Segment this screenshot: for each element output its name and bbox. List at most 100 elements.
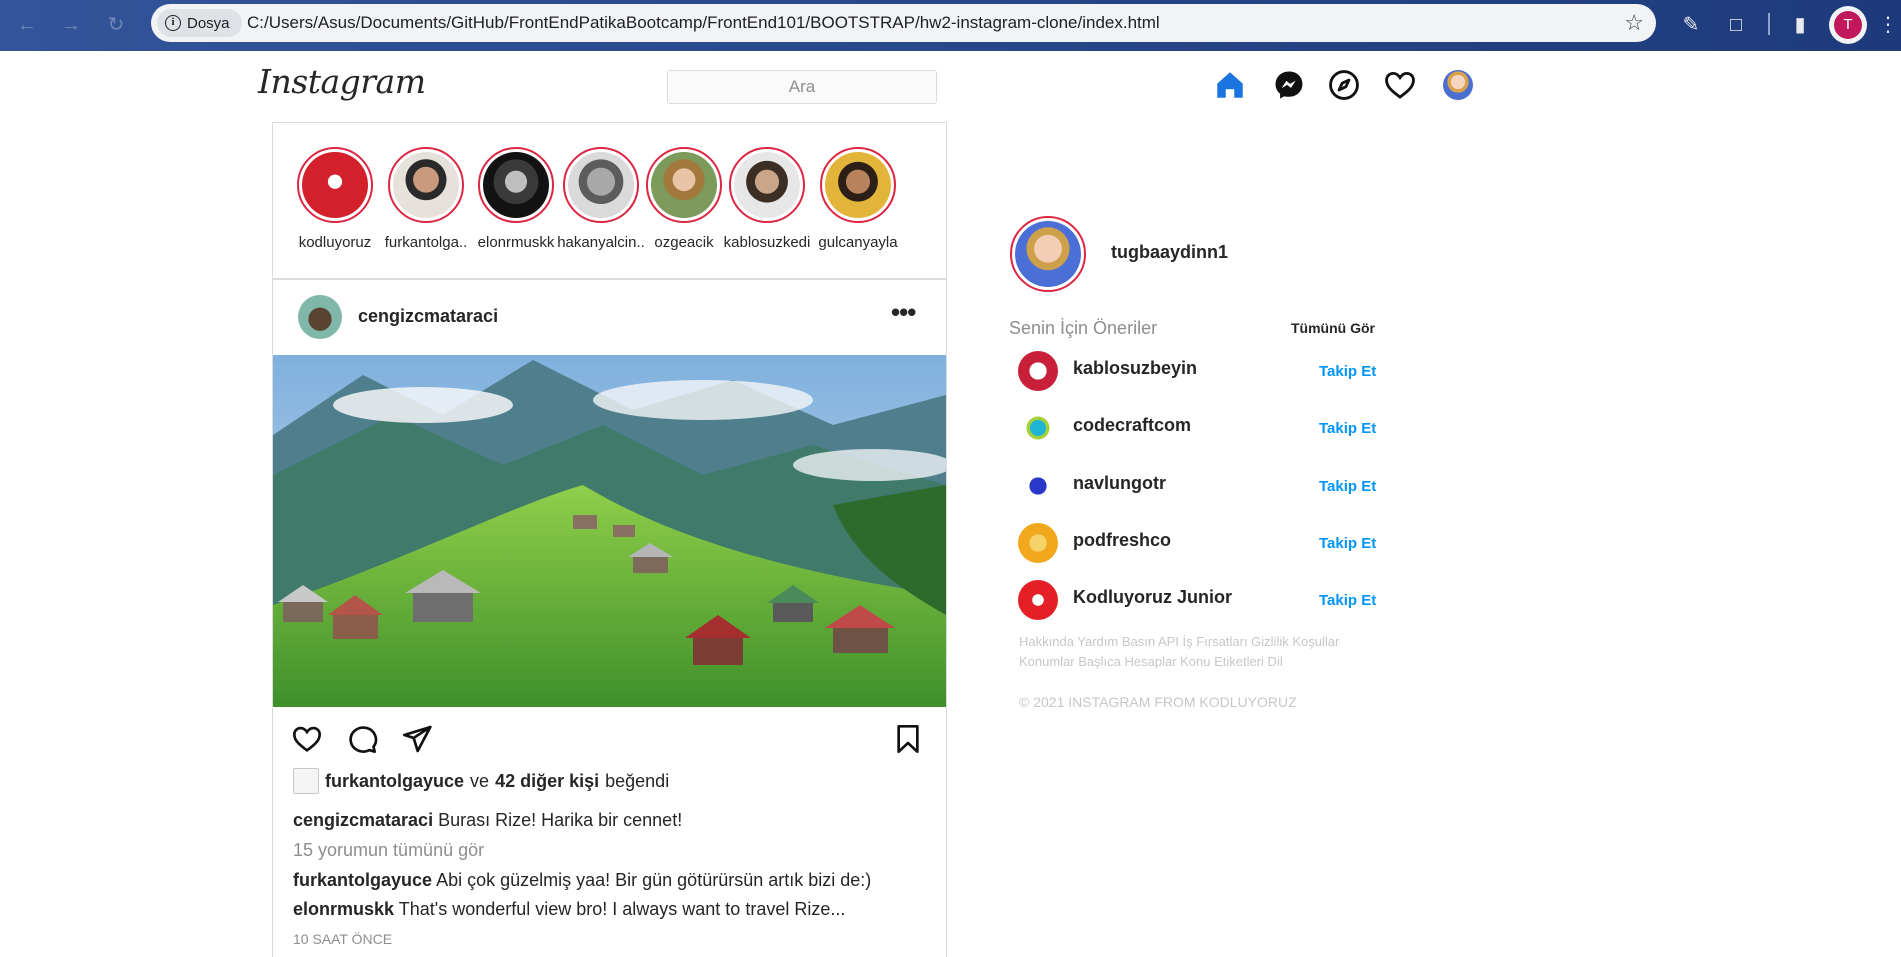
story-item[interactable]: kodluyoruz xyxy=(290,147,380,251)
heart-icon[interactable] xyxy=(1383,68,1417,102)
likes-summary: furkantolgayuce ve 42 diğer kişi beğendi xyxy=(293,768,669,794)
story-name: hakanyalcin.. xyxy=(557,234,645,251)
back-arrow-icon[interactable]: ← xyxy=(12,10,42,40)
post-timestamp: 10 SAAT ÖNCE xyxy=(293,931,393,947)
suggestion-row: navlungotr Takip Et xyxy=(1018,466,1382,506)
story-avatar xyxy=(651,152,717,218)
more-options-icon[interactable]: ••• xyxy=(891,299,916,325)
bookmark-star-icon[interactable]: ☆ xyxy=(1624,9,1644,37)
story-name: elonrmuskk xyxy=(477,234,555,251)
story-name: kablosuzkedi xyxy=(723,234,811,251)
suggestion-row: Kodluyoruz Junior Takip Et xyxy=(1018,580,1382,620)
story-avatar xyxy=(825,152,891,218)
comment-text: That's wonderful view bro! I always want… xyxy=(398,899,846,919)
suggestion-username[interactable]: Kodluyoruz Junior xyxy=(1073,587,1232,608)
see-all-link[interactable]: Tümünü Gör xyxy=(1291,320,1375,336)
liker-avatar xyxy=(293,768,319,794)
story-item[interactable]: gulcanyayla xyxy=(813,147,903,251)
likes-others-count[interactable]: 42 diğer kişi xyxy=(495,771,599,792)
suggestion-username[interactable]: navlungotr xyxy=(1073,473,1166,494)
story-item[interactable]: hakanyalcin.. xyxy=(556,147,646,251)
story-item[interactable]: furkantolga.. xyxy=(381,147,471,251)
share-send-icon[interactable] xyxy=(401,723,433,755)
post-card: cengizcmataraci ••• furkantolgayuce ve 4… xyxy=(272,279,947,957)
follow-button[interactable]: Takip Et xyxy=(1319,478,1376,495)
side-panel-icon[interactable]: ▮ xyxy=(1786,11,1814,39)
site-chip-label: Dosya xyxy=(187,14,230,32)
suggestion-row: kablosuzbeyin Takip Et xyxy=(1018,351,1382,391)
info-icon: i xyxy=(165,15,181,31)
save-bookmark-icon[interactable] xyxy=(892,723,924,755)
explore-compass-icon[interactable] xyxy=(1327,68,1361,102)
messenger-icon[interactable] xyxy=(1272,68,1306,102)
suggestion-avatar[interactable] xyxy=(1018,580,1058,620)
story-item[interactable]: kablosuzkedi xyxy=(722,147,812,251)
toolbar-divider xyxy=(1768,13,1770,35)
current-user-avatar[interactable] xyxy=(1010,216,1086,292)
comment-username[interactable]: elonrmuskk xyxy=(293,899,394,919)
comment-row: elonrmuskk That's wonderful view bro! I … xyxy=(293,899,845,920)
caption-text: Burası Rize! Harika bir cennet! xyxy=(438,810,683,830)
footer-links[interactable]: Hakkında Yardım Basın API İş Fırsatları … xyxy=(1019,632,1379,672)
stories-bar: kodluyoruz furkantolga.. elonrmuskk haka… xyxy=(272,122,947,279)
follow-button[interactable]: Takip Et xyxy=(1319,592,1376,609)
url-text[interactable]: C:/Users/Asus/Documents/GitHub/FrontEndP… xyxy=(247,4,1160,42)
suggestions-title: Senin İçin Öneriler xyxy=(1009,318,1158,338)
copyright-text: © 2021 INSTAGRAM FROM KODLUYORUZ xyxy=(1019,694,1297,710)
story-name: gulcanyayla xyxy=(818,234,898,251)
follow-button[interactable]: Takip Et xyxy=(1319,535,1376,552)
browser-profile-button[interactable]: T xyxy=(1829,6,1867,44)
suggestion-username[interactable]: podfreshco xyxy=(1073,530,1171,551)
follow-button[interactable]: Takip Et xyxy=(1319,420,1376,437)
post-caption: cengizcmataraci Burası Rize! Harika bir … xyxy=(293,810,682,831)
current-username[interactable]: tugbaaydinn1 xyxy=(1111,242,1228,263)
story-name: kodluyoruz xyxy=(298,234,372,251)
post-actions xyxy=(273,707,946,767)
story-avatar xyxy=(483,152,549,218)
liker-username[interactable]: furkantolgayuce xyxy=(325,771,464,792)
follow-button[interactable]: Takip Et xyxy=(1319,363,1376,380)
suggestion-row: podfreshco Takip Et xyxy=(1018,523,1382,563)
suggestion-avatar[interactable] xyxy=(1018,408,1058,448)
story-avatar xyxy=(302,152,368,218)
suggestion-row: codecraftcom Takip Et xyxy=(1018,408,1382,448)
forward-arrow-icon[interactable]: → xyxy=(56,10,86,40)
story-avatar xyxy=(734,152,800,218)
search-input[interactable]: Ara xyxy=(667,70,937,104)
reload-icon[interactable]: ↻ xyxy=(101,10,131,40)
instagram-logo[interactable]: Instagram xyxy=(258,62,426,101)
browser-toolbar: ← → ↻ i Dosya C:/Users/Asus/Documents/Gi… xyxy=(0,0,1901,51)
story-avatar xyxy=(568,152,634,218)
address-bar[interactable]: i Dosya C:/Users/Asus/Documents/GitHub/F… xyxy=(151,4,1656,42)
view-all-comments-link[interactable]: 15 yorumun tümünü gör xyxy=(293,840,484,861)
story-avatar xyxy=(393,152,459,218)
browser-menu-icon[interactable]: ⋮ xyxy=(1878,12,1898,38)
story-item[interactable]: elonrmuskk xyxy=(471,147,561,251)
home-icon[interactable] xyxy=(1213,68,1247,102)
extensions-puzzle-icon[interactable]: □ xyxy=(1722,11,1750,39)
story-name: ozgeacik xyxy=(654,234,714,251)
likes-connector: ve xyxy=(470,770,490,791)
like-heart-icon[interactable] xyxy=(291,723,323,755)
comment-text: Abi çok güzelmiş yaa! Bir gün götürürsün… xyxy=(436,870,872,890)
likes-suffix: beğendi xyxy=(605,770,670,791)
edit-extension-icon[interactable]: ✎ xyxy=(1677,11,1705,39)
comment-row: furkantolgayuce Abi çok güzelmiş yaa! Bi… xyxy=(293,870,871,891)
suggestion-avatar[interactable] xyxy=(1018,466,1058,506)
suggestion-avatar[interactable] xyxy=(1018,351,1058,391)
suggestion-avatar[interactable] xyxy=(1018,523,1058,563)
post-author-avatar[interactable] xyxy=(298,295,342,339)
site-info-chip[interactable]: i Dosya xyxy=(157,9,242,37)
caption-username[interactable]: cengizcmataraci xyxy=(293,810,433,830)
profile-initial: T xyxy=(1834,11,1862,39)
suggestion-username[interactable]: codecraftcom xyxy=(1073,415,1191,436)
post-author-username[interactable]: cengizcmataraci xyxy=(358,306,498,327)
story-item[interactable]: ozgeacik xyxy=(639,147,729,251)
comment-username[interactable]: furkantolgayuce xyxy=(293,870,432,890)
suggestion-username[interactable]: kablosuzbeyin xyxy=(1073,358,1197,379)
comment-icon[interactable] xyxy=(346,723,378,755)
profile-avatar[interactable] xyxy=(1443,70,1473,100)
post-header: cengizcmataraci ••• xyxy=(273,280,946,355)
post-image[interactable] xyxy=(273,355,946,707)
story-name: furkantolga.. xyxy=(384,234,468,251)
